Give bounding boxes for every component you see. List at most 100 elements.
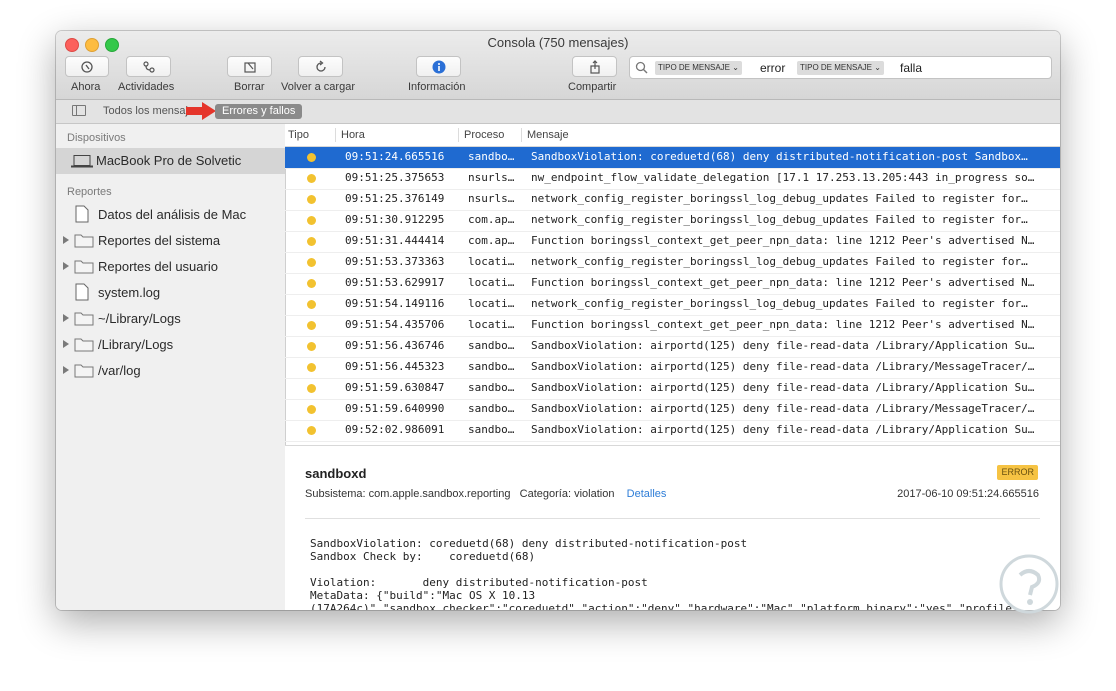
error-dot-icon: [307, 174, 316, 183]
activities-button[interactable]: [126, 56, 171, 77]
sidebar-item-mac-analysis[interactable]: Datos del análisis de Mac: [56, 202, 285, 228]
table-row[interactable]: 09:51:56.445323 sandbo… SandboxViolation: …: [285, 357, 1060, 379]
cell-process: locati…: [468, 276, 515, 289]
table-row[interactable]: 09:51:59.640990 sandbo… SandboxViolation: …: [285, 399, 1060, 421]
clear-button[interactable]: [227, 56, 272, 77]
sidebar-item-label: system.log: [98, 285, 161, 300]
subsystem-label: Subsistema:: [305, 488, 366, 500]
column-header-process[interactable]: Proceso: [458, 128, 504, 142]
cell-message: SandboxViolation: airportd(125) deny fil…: [531, 339, 1035, 352]
search-token-type[interactable]: TIPO DE MENSAJE ⌄: [797, 61, 884, 75]
divider: [305, 518, 1040, 519]
cell-time: 09:51:54.435706: [345, 318, 445, 331]
sidebar-toggle-icon[interactable]: [72, 105, 86, 116]
cell-time: 09:51:25.376149: [345, 192, 445, 205]
column-header-time[interactable]: Hora: [335, 128, 365, 142]
disclosure-triangle-icon[interactable]: [63, 236, 69, 244]
errors-faults-filter[interactable]: Errores y fallos: [215, 104, 303, 119]
table-row[interactable]: 09:51:54.149116 locati… network_config_reg…: [285, 294, 1060, 316]
cell-process: com.ap…: [468, 213, 515, 226]
column-header-type[interactable]: Tipo: [288, 128, 309, 142]
cell-process: sandbo…: [468, 150, 515, 163]
table-row[interactable]: 09:51:53.373363 locati… network_config_reg…: [285, 252, 1060, 274]
sidebar-item-user-reports[interactable]: Reportes del usuario: [56, 254, 285, 280]
sidebar-item-system-reports[interactable]: Reportes del sistema: [56, 228, 285, 254]
console-window: Consola (750 mensajes) Ahora Actividades…: [56, 31, 1060, 610]
now-label: Ahora: [71, 81, 101, 93]
cell-time: 09:51:56.445323: [345, 360, 445, 373]
sidebar-item-user-library-logs[interactable]: ~/Library/Logs: [56, 306, 285, 332]
detail-message-body: SandboxViolation: coreduetd(68) deny dis…: [310, 537, 1012, 610]
devices-header: Dispositivos: [67, 132, 126, 144]
cell-message: SandboxViolation: airportd(125) deny fil…: [531, 381, 1035, 394]
table-header: Tipo Hora Proceso Mensaje: [285, 124, 1060, 147]
error-dot-icon: [307, 300, 316, 309]
cell-time: 09:51:59.630847: [345, 381, 445, 394]
disclosure-triangle-icon[interactable]: [63, 366, 69, 374]
info-button[interactable]: [416, 56, 461, 77]
cell-process: locati…: [468, 318, 515, 331]
details-link[interactable]: Detalles: [627, 488, 667, 500]
cell-process: nsurls…: [468, 171, 515, 184]
cell-process: sandbo…: [468, 339, 515, 352]
cell-message: SandboxViolation: coreduetd(68) deny dis…: [531, 150, 1028, 163]
table-row[interactable]: 09:51:53.629917 locati… Function boringssl…: [285, 273, 1060, 295]
activities-label: Actividades: [118, 81, 175, 93]
sidebar-item-label: MacBook Pro de Solvetic: [96, 153, 242, 168]
share-label: Compartir: [568, 81, 617, 93]
table-row[interactable]: 09:51:25.375653 nsurls… nw_endpoint_flow_v…: [285, 168, 1060, 190]
error-dot-icon: [307, 363, 316, 372]
clear-icon: [243, 61, 256, 73]
sidebar-item-device[interactable]: MacBook Pro de Solvetic: [56, 148, 285, 174]
cell-message: network_config_register_boringssl_log_de…: [531, 213, 1028, 226]
cell-time: 09:51:59.640990: [345, 402, 445, 415]
share-button[interactable]: [572, 56, 617, 77]
clear-label: Borrar: [234, 81, 265, 93]
column-header-message[interactable]: Mensaje: [521, 128, 569, 142]
search-field[interactable]: TIPO DE MENSAJE ⌄ error TIPO DE MENSAJE …: [629, 56, 1052, 79]
cell-message: network_config_register_boringssl_log_de…: [531, 192, 1028, 205]
search-icon: [635, 61, 648, 74]
sidebar-item-label: ~/Library/Logs: [98, 311, 181, 326]
cell-process: sandbo…: [468, 402, 515, 415]
table-row[interactable]: 09:52:02.986091 sandbo… SandboxViolation: …: [285, 420, 1060, 442]
table-row[interactable]: 09:51:30.912295 com.ap… network_config_reg…: [285, 210, 1060, 232]
now-button[interactable]: [65, 56, 109, 77]
table-row[interactable]: 09:51:31.444414 com.ap… Function boringssl…: [285, 231, 1060, 253]
table-row[interactable]: 09:51:25.376149 nsurls… network_config_reg…: [285, 189, 1060, 211]
disclosure-triangle-icon[interactable]: [63, 262, 69, 270]
error-dot-icon: [307, 258, 316, 267]
folder-icon: [74, 312, 94, 326]
activities-icon: [142, 60, 155, 73]
detail-meta: Subsistema: com.apple.sandbox.reporting …: [305, 488, 666, 500]
cell-process: locati…: [468, 255, 515, 268]
error-dot-icon: [307, 237, 316, 246]
table-row[interactable]: 09:51:59.630847 sandbo… SandboxViolation: …: [285, 378, 1060, 400]
sidebar-item-library-logs[interactable]: /Library/Logs: [56, 332, 285, 358]
disclosure-triangle-icon[interactable]: [63, 340, 69, 348]
sidebar-item-system-log[interactable]: system.log: [56, 280, 285, 306]
table-row[interactable]: 09:51:56.436746 sandbo… SandboxViolation: …: [285, 336, 1060, 358]
now-icon: [81, 60, 93, 73]
watermark-logo-icon: [999, 554, 1059, 614]
filter-bar: Todos los mensajes Errores y fallos: [56, 100, 1060, 124]
cell-time: 09:51:24.665516: [345, 150, 445, 163]
cell-time: 09:51:56.436746: [345, 339, 445, 352]
folder-icon: [74, 234, 94, 248]
cell-process: nsurls…: [468, 192, 515, 205]
detail-timestamp: 2017-06-10 09:51:24.665516: [897, 488, 1039, 500]
folder-icon: [74, 338, 94, 352]
sidebar-item-var-log[interactable]: /var/log: [56, 358, 285, 384]
cell-message: Function boringssl_context_get_peer_npn_…: [531, 276, 1035, 289]
disclosure-triangle-icon[interactable]: [63, 314, 69, 322]
table-row[interactable]: 09:51:54.435706 locati… Function boringssl…: [285, 315, 1060, 337]
table-row[interactable]: 09:51:24.665516 sandbo… SandboxViolation: …: [285, 147, 1060, 169]
search-token-value: falla: [900, 61, 923, 75]
cell-time: 09:51:31.444414: [345, 234, 445, 247]
search-token-type[interactable]: TIPO DE MENSAJE ⌄: [655, 61, 742, 75]
cell-process: locati…: [468, 297, 515, 310]
error-dot-icon: [307, 216, 316, 225]
reload-button[interactable]: [298, 56, 343, 77]
sidebar-item-label: Reportes del usuario: [98, 259, 218, 274]
sidebar-item-label: Datos del análisis de Mac: [98, 207, 247, 222]
